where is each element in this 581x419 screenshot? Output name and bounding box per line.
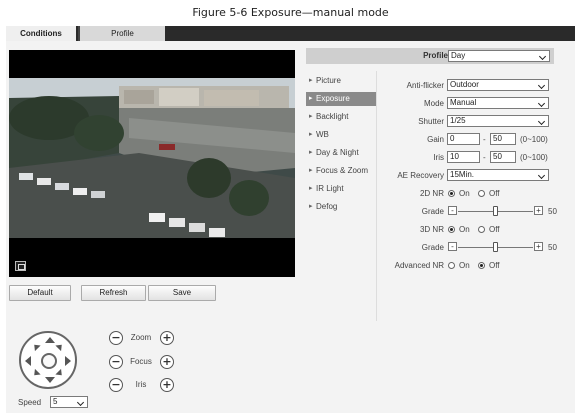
- iris-plus-button[interactable]: +: [160, 378, 174, 392]
- iris-max-input[interactable]: 50: [490, 151, 516, 163]
- zoom-label: Zoom: [130, 333, 152, 342]
- chevron-down-icon: [539, 100, 546, 106]
- arrow-up-left-icon[interactable]: [31, 341, 41, 352]
- tab-bar: Conditions Profile Management: [6, 26, 575, 53]
- menu-item-ir-light[interactable]: IR Light: [306, 182, 376, 196]
- arrow-up-icon[interactable]: [45, 337, 55, 343]
- mode-label: Mode: [423, 99, 444, 108]
- grade2-plus-button[interactable]: +: [534, 242, 543, 251]
- tab-profile-management[interactable]: Profile Management: [78, 26, 165, 53]
- nr2d-off-label: Off: [489, 189, 500, 198]
- nr2d-on-radio[interactable]: [448, 190, 455, 197]
- grade1-slider-thumb[interactable]: [492, 206, 498, 216]
- grade2-minus-button[interactable]: -: [448, 242, 457, 251]
- focus-minus-button[interactable]: −: [109, 355, 123, 369]
- iris-label: Iris: [135, 380, 147, 389]
- nr2d-label: 2D NR: [419, 189, 444, 198]
- speed-label: Speed: [18, 398, 42, 407]
- menu-item-wb[interactable]: WB: [306, 128, 376, 142]
- menu-item-picture[interactable]: Picture: [306, 74, 376, 88]
- direction-pad[interactable]: [19, 331, 77, 389]
- arrow-left-icon[interactable]: [25, 356, 31, 366]
- arrow-down-left-icon[interactable]: [31, 368, 41, 379]
- speed-value: 5: [53, 397, 58, 406]
- advanced-nr-on-label: On: [459, 261, 470, 270]
- profile-value: Day: [451, 51, 466, 60]
- zoom-minus-button[interactable]: −: [109, 331, 123, 345]
- ae-recovery-select[interactable]: 15Min.: [447, 169, 549, 181]
- grade1-label: Grade: [421, 207, 444, 216]
- figure-caption: Figure 5-6 Exposure—manual mode: [192, 6, 389, 19]
- grade1-value: 50: [548, 207, 557, 216]
- anti-flicker-value: Outdoor: [450, 80, 479, 89]
- nr3d-on-label: On: [459, 225, 470, 234]
- tab-conditions[interactable]: Conditions: [6, 26, 76, 41]
- arrow-right-icon[interactable]: [65, 356, 71, 366]
- mode-select[interactable]: Manual: [447, 97, 549, 109]
- grade2-slider-thumb[interactable]: [492, 242, 498, 252]
- nr3d-on-radio[interactable]: [448, 226, 455, 233]
- live-video[interactable]: [9, 50, 295, 277]
- profile-select[interactable]: Day: [448, 50, 550, 62]
- menu-item-focus-zoom[interactable]: Focus & Zoom: [306, 164, 376, 178]
- chevron-down-icon: [539, 172, 546, 178]
- zoom-plus-button[interactable]: +: [160, 331, 174, 345]
- menu-item-day-night[interactable]: Day & Night: [306, 146, 376, 160]
- grade1-minus-button[interactable]: -: [448, 206, 457, 215]
- nr3d-off-label: Off: [489, 225, 500, 234]
- shutter-select[interactable]: 1/25: [447, 115, 549, 127]
- menu-item-defog[interactable]: Defog: [306, 200, 376, 214]
- arrow-down-icon[interactable]: [45, 377, 55, 383]
- iris-dash: -: [483, 153, 486, 162]
- shutter-label: Shutter: [418, 117, 444, 126]
- advanced-nr-off-radio[interactable]: [478, 262, 485, 269]
- mode-value: Manual: [450, 98, 477, 107]
- shutter-value: 1/25: [450, 116, 466, 125]
- gain-label: Gain: [427, 135, 444, 144]
- chevron-down-icon: [540, 53, 547, 59]
- arrow-up-right-icon[interactable]: [55, 341, 65, 352]
- chevron-down-icon: [539, 82, 546, 88]
- fullscreen-icon[interactable]: [15, 261, 26, 271]
- nr2d-off-radio[interactable]: [478, 190, 485, 197]
- default-button[interactable]: Default: [9, 285, 71, 301]
- gain-max-input[interactable]: 50: [490, 133, 516, 145]
- iris-setting-label: Iris: [433, 153, 444, 162]
- arrow-down-right-icon[interactable]: [55, 368, 65, 379]
- gain-min-input[interactable]: 0: [447, 133, 480, 145]
- anti-flicker-label: Anti-flicker: [406, 81, 444, 90]
- camera-scene: [9, 78, 295, 238]
- nr3d-label: 3D NR: [419, 225, 444, 234]
- nr2d-on-label: On: [459, 189, 470, 198]
- gain-dash: -: [483, 135, 486, 144]
- nr3d-off-radio[interactable]: [478, 226, 485, 233]
- iris-range: (0~100): [520, 153, 548, 162]
- menu-item-backlight[interactable]: Backlight: [306, 110, 376, 124]
- profile-label: Profile: [423, 51, 448, 60]
- settings-panel: Default Refresh Save − Zoom + − Focus + …: [6, 41, 575, 413]
- profile-bar: Profile Day: [306, 48, 554, 64]
- grade2-label: Grade: [421, 243, 444, 252]
- grade1-plus-button[interactable]: +: [534, 206, 543, 215]
- advanced-nr-off-label: Off: [489, 261, 500, 270]
- menu-item-exposure[interactable]: Exposure: [306, 92, 376, 106]
- chevron-down-icon: [78, 399, 85, 405]
- save-button[interactable]: Save: [148, 285, 216, 301]
- ptz-controls: − Zoom + − Focus + − Iris + Speed 5: [6, 311, 306, 411]
- refresh-button[interactable]: Refresh: [81, 285, 146, 301]
- anti-flicker-select[interactable]: Outdoor: [447, 79, 549, 91]
- ae-recovery-label: AE Recovery: [397, 171, 444, 180]
- iris-min-input[interactable]: 10: [447, 151, 480, 163]
- iris-minus-button[interactable]: −: [109, 378, 123, 392]
- ptz-center-button[interactable]: [41, 353, 57, 369]
- focus-plus-button[interactable]: +: [160, 355, 174, 369]
- chevron-down-icon: [539, 118, 546, 124]
- gain-range: (0~100): [520, 135, 548, 144]
- advanced-nr-on-radio[interactable]: [448, 262, 455, 269]
- speed-select[interactable]: 5: [50, 396, 88, 408]
- advanced-nr-label: Advanced NR: [394, 261, 444, 270]
- ae-recovery-value: 15Min.: [450, 170, 475, 179]
- grade2-value: 50: [548, 243, 557, 252]
- focus-label: Focus: [130, 357, 152, 366]
